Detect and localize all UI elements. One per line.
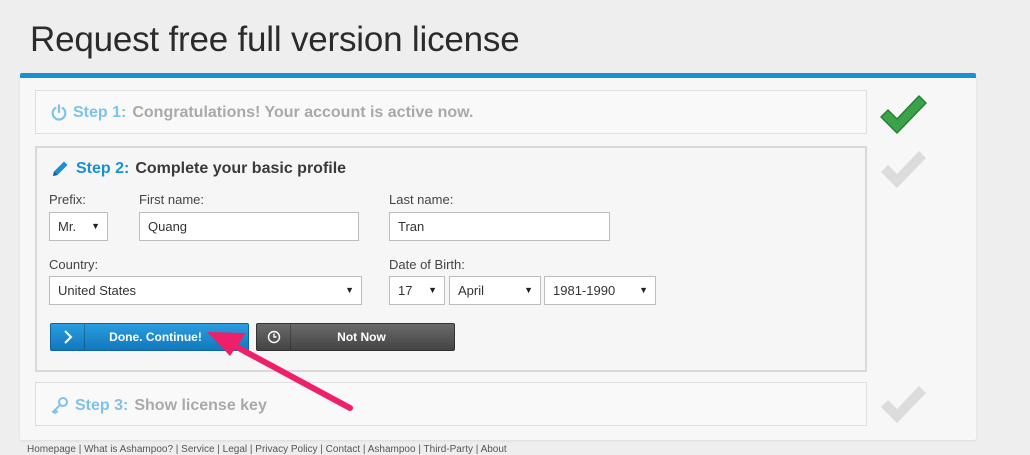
step-2-box: Step 2: Complete your basic profile Pref…	[35, 146, 867, 372]
step-2-number: Step 2:	[76, 160, 130, 177]
dropdown-arrow-icon: ▼	[345, 285, 354, 295]
step-3-text: Show license key	[134, 397, 267, 414]
dob-day-select[interactable]: 17 ▼	[389, 276, 445, 305]
last-name-value: Tran	[398, 219, 425, 234]
key-icon	[52, 397, 68, 414]
dropdown-arrow-icon: ▼	[639, 285, 648, 295]
not-now-label: Not Now	[337, 330, 386, 344]
step-1-header: Step 1: Congratulations! Your account is…	[50, 104, 473, 122]
dob-month-value: April	[458, 283, 485, 298]
not-now-button[interactable]: Not Now	[256, 323, 455, 351]
dropdown-arrow-icon: ▼	[524, 285, 533, 295]
step-3-number: Step 3:	[75, 397, 129, 414]
power-icon	[51, 104, 67, 121]
last-name-field[interactable]: Tran	[389, 212, 610, 241]
first-name-label: First name:	[139, 192, 205, 207]
prefix-value: Mr.	[58, 219, 77, 234]
step-2-text: Complete your basic profile	[135, 160, 347, 177]
clock-icon	[257, 324, 291, 350]
last-name-label: Last name:	[389, 192, 454, 207]
dropdown-arrow-icon: ▼	[91, 221, 100, 231]
step-3-check-icon	[881, 386, 926, 423]
license-request-panel: Step 1: Congratulations! Your account is…	[20, 73, 976, 440]
prefix-label: Prefix:	[49, 192, 86, 207]
country-label: Country:	[49, 257, 99, 272]
first-name-field[interactable]: Quang	[139, 212, 359, 241]
prefix-select[interactable]: Mr. ▼	[49, 212, 108, 241]
pencil-icon	[53, 161, 68, 176]
dob-year-value: 1981-1990	[553, 283, 616, 298]
done-continue-label: Done. Continue!	[109, 330, 202, 344]
country-value: United States	[58, 283, 137, 298]
step-3-header: Step 3: Show license key	[50, 396, 267, 416]
done-continue-button[interactable]: Done. Continue!	[50, 323, 249, 351]
footer-links[interactable]: Homepage | What is Ashampoo? | Service |…	[27, 444, 507, 455]
step-2-header: Step 2: Complete your basic profile	[49, 159, 346, 179]
step-1-number: Step 1:	[73, 104, 127, 121]
step-1-box[interactable]: Step 1: Congratulations! Your account is…	[35, 90, 867, 134]
country-select[interactable]: United States ▼	[49, 276, 362, 305]
step-1-text: Congratulations! Your account is active …	[132, 104, 474, 121]
chevron-right-icon	[51, 324, 85, 350]
step-1-done-check-icon	[880, 95, 927, 134]
dob-year-select[interactable]: 1981-1990 ▼	[544, 276, 656, 305]
dob-month-select[interactable]: April ▼	[449, 276, 541, 305]
page-title: Request free full version license	[30, 20, 520, 59]
first-name-value: Quang	[148, 219, 188, 234]
dropdown-arrow-icon: ▼	[428, 285, 437, 295]
dob-day-value: 17	[398, 283, 413, 298]
dob-label: Date of Birth:	[389, 257, 465, 272]
step-3-box[interactable]: Step 3: Show license key	[35, 382, 867, 426]
step-2-check-icon	[881, 151, 926, 188]
